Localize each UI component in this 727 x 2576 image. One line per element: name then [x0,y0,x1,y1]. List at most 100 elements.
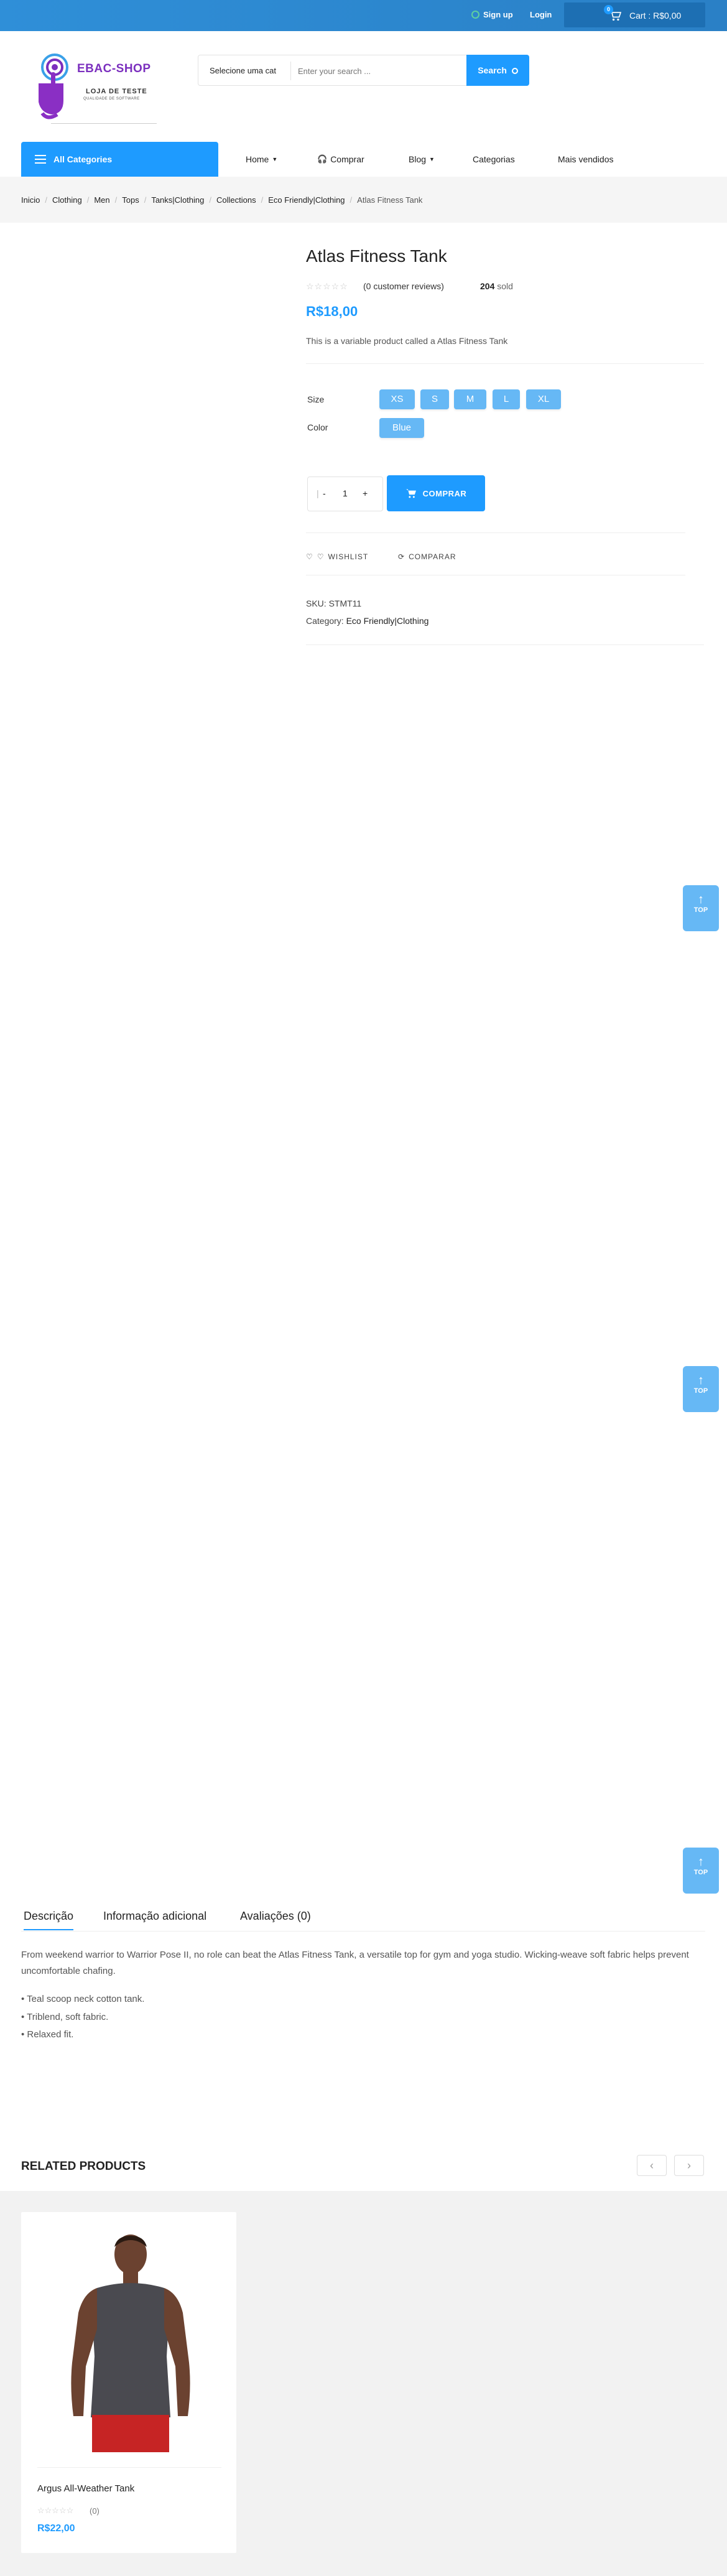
scroll-top-button[interactable]: ↑ TOP [683,885,719,931]
compare-link[interactable]: ⟳ COMPARAR [398,552,456,561]
product-image[interactable] [37,2228,221,2452]
buy-button[interactable]: COMPRAR [387,475,485,511]
wishlist-label: WISHLIST [328,552,369,561]
search-input[interactable] [298,63,466,79]
quantity-value[interactable]: 1 [343,488,348,498]
caret-down-icon: ▼ [272,156,278,162]
tabs-divider [21,1931,705,1932]
size-option-xs[interactable]: XS [379,389,415,409]
search-button[interactable]: Search [466,55,529,86]
nav-categorias[interactable]: Categorias [473,154,515,164]
tab-avaliacoes[interactable]: Avaliações (0) [240,1910,311,1923]
size-option-s[interactable]: S [420,389,449,409]
main-nav: All Categories Home ▼ 🎧 Comprar Blog ▼ C… [0,142,727,177]
buy-button-label: COMPRAR [422,488,467,498]
size-option-xl[interactable]: XL [526,389,561,409]
card-divider [37,2467,221,2468]
divider [306,644,704,645]
compare-label: COMPARAR [409,552,456,561]
add-to-wishlist-link[interactable]: ♡ ♡ WISHLIST [306,552,368,561]
search-category-select[interactable]: Selecione uma cat [210,66,276,75]
quantity-minus-button[interactable]: - [323,488,326,498]
cart-label: Cart : R$0,00 [629,11,682,21]
breadcrumb-item[interactable]: Tops [122,195,139,205]
product-short-description: This is a variable product called a Atla… [306,336,508,346]
scroll-top-label: TOP [693,1869,708,1876]
product-card-name[interactable]: Argus All-Weather Tank [37,2483,134,2494]
login-link[interactable]: Login [530,10,552,19]
tab-informacao-adicional[interactable]: Informação adicional [103,1910,206,1923]
search-divider [290,62,291,80]
product-category: Category: Eco Friendly|Clothing [306,616,428,626]
logo-subtitle: LOJA DE TESTE [86,88,147,95]
sold-label: sold [497,281,513,291]
logo-title: EBAC-SHOP [77,62,151,75]
quantity-stepper: | - 1 + [307,477,383,511]
search-bar: Selecione uma cat Search [198,55,529,86]
product-tabs: Descrição Informação adicional Avaliaçõe… [21,1905,705,1930]
size-option-m[interactable]: M [454,389,486,409]
list-item: • Relaxed fit. [21,2029,74,2040]
all-categories-label: All Categories [53,154,113,164]
refresh-icon: ⟳ [398,552,405,561]
breadcrumb-item[interactable]: Clothing [52,195,82,205]
scroll-top-button[interactable]: ↑ TOP [683,1366,719,1412]
product-card-review-count: (0) [90,2506,100,2516]
product-description: From weekend warrior to Warrior Pose II,… [21,1950,689,1977]
signup-link[interactable]: Sign up [471,10,513,19]
nav-comprar[interactable]: 🎧 Comprar [317,154,364,164]
quantity-left-divider: | [317,488,319,498]
related-products-title: RELATED PRODUCTS [21,2160,146,2173]
arrow-up-icon: ↑ [698,893,704,906]
all-categories-button[interactable]: All Categories [21,142,218,177]
arrow-up-icon: ↑ [698,1374,704,1387]
list-item: • Triblend, soft fabric. [21,2011,109,2022]
breadcrumb-bar: Inicio / Clothing / Men / Tops / Tanks|Cloth… [0,177,727,223]
nav-home[interactable]: Home ▼ [246,154,277,164]
size-label: Size [307,394,325,404]
breadcrumb-current: Atlas Fitness Tank [357,195,423,205]
divider [306,363,704,364]
product-price: R$18,00 [306,304,358,319]
list-item: • Teal scoop neck cotton tank. [21,1994,145,2004]
heart-icon: ♡ [306,552,313,561]
customer-reviews-link[interactable]: (0 customer reviews) [363,281,444,291]
category-link[interactable]: Eco Friendly|Clothing [346,616,429,626]
breadcrumb-item[interactable]: Tanks|Clothing [151,195,204,205]
tab-descricao[interactable]: Descrição [24,1910,74,1930]
logo-tagline: QUALIDADE DE SOFTWARE [83,97,140,101]
carousel-prev-button[interactable]: ‹ [637,2155,667,2176]
carousel-next-button[interactable]: › [674,2155,704,2176]
cart-button[interactable]: 0 Cart : R$0,00 [564,2,705,27]
scroll-top-label: TOP [693,906,708,914]
scroll-top-button[interactable]: ↑ TOP [683,1848,719,1894]
logo-divider [51,123,157,124]
nav-blog[interactable]: Blog ▼ [409,154,435,164]
breadcrumb-item[interactable]: Eco Friendly|Clothing [268,195,345,205]
signup-label: Sign up [483,10,513,19]
heart-icon: ♡ [317,552,325,561]
logo-mark-icon [39,53,68,119]
top-bar: Sign up Login 0 0 Cart : R$0,00 [0,0,727,31]
product-card[interactable]: Argus All-Weather Tank ☆☆☆☆☆ (0) R$22,00 [21,2212,236,2553]
breadcrumb-item[interactable]: Collections [216,195,256,205]
headphones-icon: 🎧 [317,154,328,164]
signup-icon [471,11,479,19]
product-features: • Teal scoop neck cotton tank. • Triblen… [21,1991,144,2044]
size-option-l[interactable]: L [493,389,520,409]
nav-home-label: Home [246,154,269,164]
breadcrumb-item[interactable]: Men [94,195,109,205]
nav-comprar-label: Comprar [330,154,364,164]
quantity-plus-button[interactable]: + [363,488,368,498]
product-title: Atlas Fitness Tank [306,246,447,266]
product-card-stars: ☆☆☆☆☆ [37,2506,74,2515]
nav-blog-label: Blog [409,154,427,164]
nav-mais-vendidos[interactable]: Mais vendidos [558,154,614,164]
cart-icon [405,489,416,498]
product-photo [37,2228,221,2452]
color-option-blue[interactable]: Blue [379,418,424,438]
sold-number: 204 [480,281,495,291]
breadcrumb-item[interactable]: Inicio [21,195,40,205]
caret-down-icon: ▼ [429,156,435,162]
breadcrumb: Inicio / Clothing / Men / Tops / Tanks|Cloth… [21,195,423,205]
